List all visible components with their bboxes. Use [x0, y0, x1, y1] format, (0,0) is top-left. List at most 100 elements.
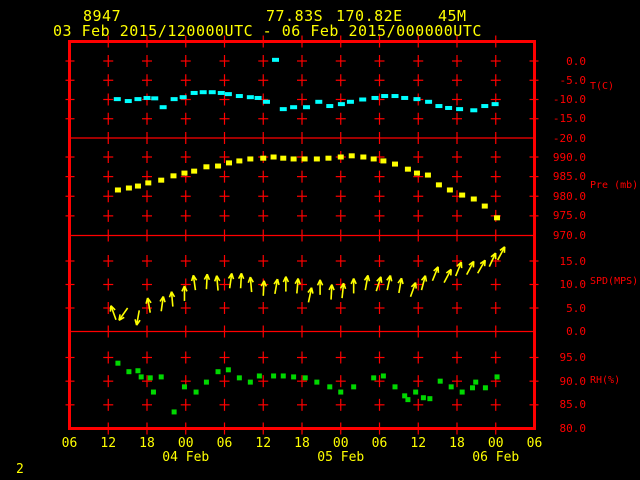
- data-point-temperature: [413, 97, 421, 102]
- y-axis-label-temperature: -5.0: [559, 73, 587, 87]
- data-point-pressure: [145, 180, 152, 186]
- data-point-relative_humidity: [147, 375, 153, 381]
- meteogram-plot: [65, 35, 539, 435]
- plot-line: [109, 305, 112, 312]
- data-point-pressure: [404, 166, 411, 172]
- data-point-temperature: [179, 95, 187, 100]
- data-point-pressure: [481, 203, 488, 209]
- data-point-relative_humidity: [247, 379, 253, 385]
- data-point-temperature: [224, 92, 232, 97]
- x-axis-tick-label: 00: [487, 436, 504, 451]
- data-point-temperature: [326, 104, 334, 109]
- data-point-pressure: [236, 158, 243, 164]
- data-point-temperature: [445, 105, 453, 110]
- data-point-pressure: [215, 163, 222, 169]
- data-point-pressure: [125, 185, 132, 191]
- data-point-pressure: [181, 170, 188, 176]
- data-point-relative_humidity: [171, 409, 177, 415]
- data-point-temperature: [491, 102, 499, 107]
- panel-unit-label-temperature: T(C): [590, 81, 615, 92]
- data-point-relative_humidity: [215, 369, 221, 375]
- x-axis-tick-label: 06: [216, 436, 233, 451]
- data-point-relative_humidity: [380, 373, 386, 379]
- data-point-pressure: [191, 168, 198, 174]
- data-point-relative_humidity: [427, 396, 433, 402]
- data-point-pressure: [392, 161, 398, 167]
- data-point-temperature: [401, 95, 409, 100]
- panel-unit-label-wind_speed: SPD(MPS): [590, 276, 639, 287]
- data-point-pressure: [459, 192, 466, 198]
- data-point-temperature: [346, 99, 354, 104]
- data-point-temperature: [337, 102, 345, 107]
- data-point-temperature: [254, 95, 262, 100]
- data-point-temperature: [246, 95, 254, 100]
- data-point-relative_humidity: [158, 374, 164, 380]
- data-point-relative_humidity: [371, 375, 377, 381]
- data-point-pressure: [424, 172, 431, 178]
- data-point-temperature: [190, 90, 198, 95]
- data-point-pressure: [435, 182, 442, 188]
- data-point-temperature: [235, 94, 243, 99]
- x-axis-tick-label: 06: [526, 436, 543, 451]
- data-point-relative_humidity: [473, 379, 479, 385]
- panel-unit-label-relative_humidity: RH(%): [590, 375, 621, 386]
- data-point-temperature: [113, 97, 121, 102]
- y-axis-label-relative_humidity: 80.0: [559, 422, 587, 435]
- data-point-pressure: [158, 177, 165, 183]
- data-point-relative_humidity: [193, 389, 199, 395]
- y-axis-label-wind_speed: 10.0: [559, 278, 587, 291]
- data-point-temperature: [217, 90, 225, 95]
- data-point-relative_humidity: [420, 395, 426, 401]
- data-point-relative_humidity: [482, 385, 488, 391]
- data-point-pressure: [301, 156, 308, 162]
- data-point-pressure: [247, 156, 254, 162]
- data-point-pressure: [325, 155, 332, 161]
- data-point-pressure: [360, 154, 367, 160]
- meteogram-window: 8947 77.83S 170.82E 45M 03 Feb 2015/1200…: [0, 0, 640, 480]
- data-point-relative_humidity: [271, 373, 277, 379]
- data-point-temperature: [151, 96, 159, 101]
- data-point-pressure: [270, 154, 277, 160]
- y-axis-label-pressure: 975.0: [552, 209, 586, 223]
- data-point-pressure: [470, 196, 477, 202]
- data-point-temperature: [303, 105, 311, 110]
- data-point-pressure: [260, 155, 267, 161]
- y-axis-label-pressure: 980.0: [552, 189, 586, 203]
- data-point-relative_humidity: [291, 374, 297, 380]
- data-point-temperature: [134, 97, 142, 102]
- data-point-temperature: [272, 57, 280, 62]
- data-point-temperature: [199, 90, 207, 95]
- y-axis-label-temperature: -10.0: [552, 93, 586, 106]
- data-point-relative_humidity: [338, 389, 344, 395]
- x-axis-date-label: 06 Feb: [472, 450, 520, 465]
- x-axis-tick-label: 00: [177, 436, 194, 451]
- data-point-relative_humidity: [256, 373, 262, 379]
- data-point-pressure: [337, 154, 344, 160]
- data-point-temperature: [124, 99, 132, 104]
- data-point-relative_humidity: [459, 389, 465, 395]
- x-axis-tick-label: 12: [410, 436, 427, 451]
- y-axis-label-pressure: 985.0: [552, 170, 586, 184]
- data-point-pressure: [114, 187, 121, 193]
- x-axis-tick-label: 18: [294, 436, 310, 451]
- data-point-relative_humidity: [327, 384, 333, 390]
- data-point-relative_humidity: [405, 397, 411, 403]
- data-point-relative_humidity: [181, 384, 187, 390]
- data-point-temperature: [371, 95, 379, 100]
- y-axis-label-wind_speed: 5.0: [566, 301, 586, 315]
- y-axis-label-relative_humidity: 90.0: [559, 374, 587, 388]
- plot-line: [190, 275, 195, 282]
- panel-unit-label-pressure: Pre (mb): [590, 180, 639, 191]
- data-point-relative_humidity: [135, 368, 141, 374]
- y-axis-label-wind_speed: 15.0: [559, 254, 587, 268]
- x-axis-tick-label: 06: [371, 436, 388, 451]
- x-axis-tick-label: 18: [139, 436, 155, 451]
- y-axis-label-pressure: 970.0: [552, 229, 586, 242]
- data-point-pressure: [203, 164, 210, 170]
- y-axis-label-pressure: 990.0: [552, 150, 586, 164]
- data-point-temperature: [143, 95, 151, 100]
- data-point-pressure: [170, 173, 177, 179]
- data-point-relative_humidity: [280, 373, 286, 379]
- data-point-temperature: [290, 105, 298, 110]
- data-point-pressure: [494, 215, 501, 221]
